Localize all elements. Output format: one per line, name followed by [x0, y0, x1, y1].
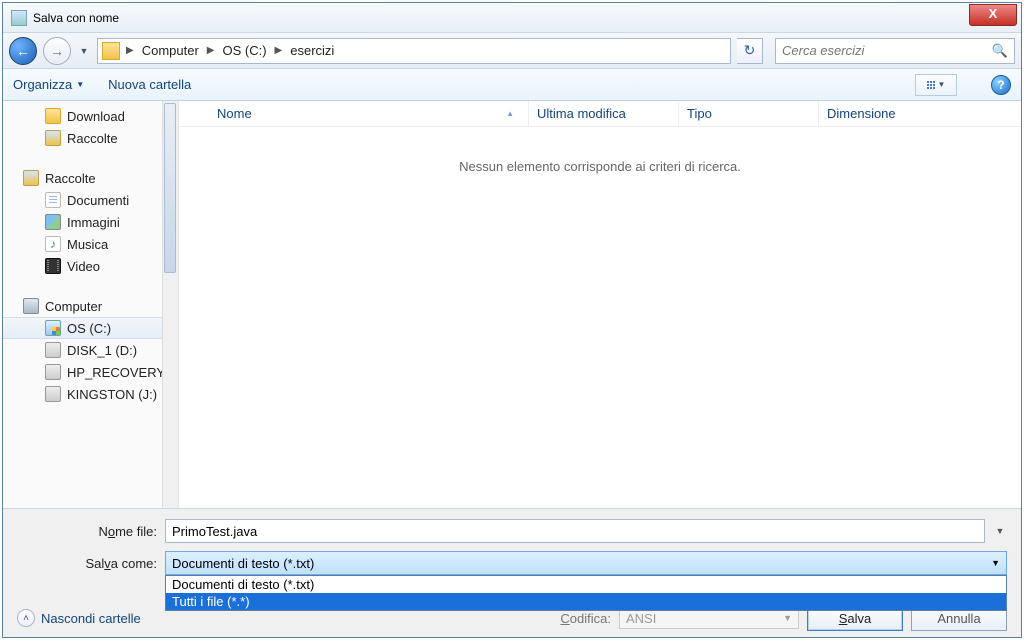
sidebar-group-computer[interactable]: Computer	[3, 295, 178, 317]
chevron-down-icon: ▼	[938, 80, 946, 89]
sidebar-item-download[interactable]: Download	[3, 105, 178, 127]
sidebar-item-musica[interactable]: ♪Musica	[3, 233, 178, 255]
new-folder-button[interactable]: Nuova cartella	[108, 77, 191, 92]
refresh-button[interactable]: ↻	[737, 38, 763, 64]
drive-icon	[45, 386, 61, 402]
chevron-right-icon[interactable]: ▶	[207, 45, 215, 56]
view-options-button[interactable]: ▼	[915, 74, 957, 96]
help-button[interactable]: ?	[991, 75, 1011, 95]
save-form: Nome file: ▼ Salva come: Documenti di te…	[3, 509, 1021, 637]
col-type[interactable]: Tipo	[679, 101, 819, 126]
sidebar-item-kingston[interactable]: KINGSTON (J:)	[3, 383, 178, 405]
search-icon: 🔍	[992, 43, 1008, 59]
video-icon	[45, 258, 61, 274]
sidebar-item-immagini[interactable]: Immagini	[3, 211, 178, 233]
breadcrumb: ▶ Computer ▶ OS (C:) ▶ esercizi	[126, 43, 334, 58]
library-icon	[45, 130, 61, 146]
nav-bar: ← → ▼ ▶ Computer ▶ OS (C:) ▶ esercizi ↻ …	[3, 33, 1021, 69]
chevron-right-icon[interactable]: ▶	[275, 45, 283, 56]
forward-button[interactable]: →	[43, 37, 71, 65]
drive-os-icon	[45, 320, 61, 336]
address-bar[interactable]: ▶ Computer ▶ OS (C:) ▶ esercizi	[97, 38, 731, 64]
chevron-down-icon: ▼	[76, 80, 84, 89]
sidebar-scrollbar[interactable]	[162, 101, 178, 508]
saveas-option-txt[interactable]: Documenti di testo (*.txt)	[166, 576, 1006, 593]
sidebar-item-hprecovery[interactable]: HP_RECOVERY	[3, 361, 178, 383]
view-icon	[927, 81, 935, 89]
drive-icon	[45, 342, 61, 358]
sidebar-item-os-c[interactable]: OS (C:)	[3, 317, 178, 339]
file-list-area: Nome▲ Ultima modifica Tipo Dimensione Ne…	[179, 101, 1021, 508]
col-size[interactable]: Dimensione	[819, 101, 939, 126]
toolbar: Organizza ▼ Nuova cartella ▼ ?	[3, 69, 1021, 101]
back-button[interactable]: ←	[9, 37, 37, 65]
folder-icon	[45, 108, 61, 124]
sidebar-item-disk1[interactable]: DISK_1 (D:)	[3, 339, 178, 361]
column-headers: Nome▲ Ultima modifica Tipo Dimensione	[179, 101, 1021, 127]
saveas-label: Salva come:	[17, 556, 157, 571]
chevron-down-icon[interactable]: ▼	[993, 526, 1007, 536]
document-icon	[45, 192, 61, 208]
sidebar-item-documenti[interactable]: Documenti	[3, 189, 178, 211]
chevron-down-icon: ▼	[991, 558, 1000, 568]
new-folder-label: Nuova cartella	[108, 77, 191, 92]
folder-icon	[102, 42, 120, 60]
saveas-option-all[interactable]: Tutti i file (*.*)	[166, 593, 1006, 610]
saveas-combo[interactable]: Documenti di testo (*.txt) ▼	[165, 551, 1007, 575]
title-bar: Salva con nome X	[3, 3, 1021, 33]
drive-icon	[45, 364, 61, 380]
search-input[interactable]	[782, 43, 992, 58]
organize-menu[interactable]: Organizza ▼	[13, 77, 84, 92]
history-dropdown-icon[interactable]: ▼	[77, 37, 91, 65]
filename-label: Nome file:	[17, 524, 157, 539]
sidebar-group-raccolte[interactable]: Raccolte	[3, 167, 178, 189]
empty-message: Nessun elemento corrisponde ai criteri d…	[179, 159, 1021, 174]
col-name[interactable]: Nome▲	[209, 101, 529, 126]
sidebar-item-raccolte[interactable]: Raccolte	[3, 127, 178, 149]
saveas-value: Documenti di testo (*.txt)	[172, 556, 314, 571]
close-button[interactable]: X	[969, 4, 1017, 26]
scrollbar-thumb[interactable]	[164, 103, 176, 273]
library-icon	[23, 170, 39, 186]
sidebar: Download Raccolte Raccolte Documenti Imm…	[3, 101, 179, 508]
computer-icon	[23, 298, 39, 314]
search-box[interactable]: 🔍	[775, 38, 1015, 64]
crumb-folder[interactable]: esercizi	[290, 43, 334, 58]
col-modified[interactable]: Ultima modifica	[529, 101, 679, 126]
app-icon	[11, 10, 27, 26]
chevron-up-icon: ˄	[17, 609, 35, 627]
hide-folders-button[interactable]: ˄ Nascondi cartelle	[17, 609, 141, 627]
crumb-computer[interactable]: Computer	[142, 43, 199, 58]
chevron-right-icon[interactable]: ▶	[126, 45, 134, 56]
crumb-os[interactable]: OS (C:)	[222, 43, 266, 58]
sidebar-item-video[interactable]: Video	[3, 255, 178, 277]
sort-asc-icon: ▲	[506, 109, 514, 118]
filename-input[interactable]	[165, 519, 985, 543]
encoding-label: Codifica:	[560, 611, 611, 626]
window-title: Salva con nome	[33, 11, 119, 25]
image-icon	[45, 214, 61, 230]
organize-label: Organizza	[13, 77, 72, 92]
music-icon: ♪	[45, 236, 61, 252]
saveas-dropdown: Documenti di testo (*.txt) Tutti i file …	[165, 575, 1007, 611]
